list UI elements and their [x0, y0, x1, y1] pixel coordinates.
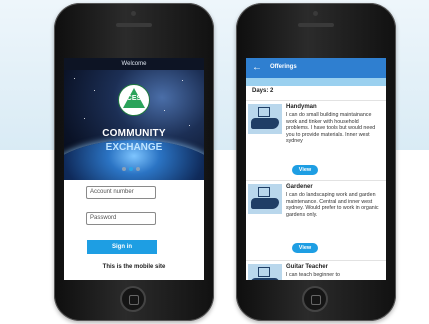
phone-speaker [116, 23, 152, 27]
phone-camera [313, 11, 318, 16]
phone-camera [131, 11, 136, 16]
star [74, 78, 75, 79]
carousel-dot[interactable] [136, 167, 140, 171]
offerings-header: ← Offerings [246, 58, 386, 78]
offer-description: I can do small building maintainance wor… [286, 112, 376, 145]
header-divider [246, 78, 386, 86]
days-label: Days: 2 [252, 88, 274, 94]
page-title: Offerings [270, 64, 297, 70]
brand-line-1: COMMUNITY [102, 128, 166, 139]
star [84, 118, 85, 119]
offer-description: I can teach beginner to [286, 272, 340, 278]
mobile-site-note: This is the mobile site [102, 264, 166, 270]
welcome-header: Welcome [64, 58, 204, 70]
ces-logo: CES [118, 84, 150, 116]
sign-in-button[interactable]: Sign in [87, 240, 157, 254]
phone-speaker [298, 23, 334, 27]
star [164, 110, 165, 111]
home-button[interactable] [302, 286, 328, 312]
gift-hand-icon [248, 104, 282, 134]
list-item[interactable]: Guitar Teacher I can teach beginner to [246, 260, 386, 280]
hand-shape [251, 118, 279, 129]
carousel-dot[interactable] [122, 167, 126, 171]
view-button[interactable]: View [292, 243, 318, 253]
offer-title: Guitar Teacher [286, 264, 328, 270]
gift-box [258, 107, 270, 117]
gift-box [258, 187, 270, 197]
phone-offerings: ← Offerings Days: 2 Handyman I can do sm… [236, 3, 396, 321]
back-arrow-icon[interactable]: ← [252, 61, 262, 75]
gift-box [258, 267, 270, 277]
carousel-dots[interactable] [122, 158, 143, 176]
brand-line-2: EXCHANGE [105, 142, 163, 153]
offer-description: I can do landscaping work and garden mai… [286, 192, 379, 218]
view-button[interactable]: View [292, 165, 318, 175]
star [182, 80, 183, 81]
hero-banner: CES COMMUNITY EXCHANGE [64, 70, 204, 180]
phone-login: Welcome CES COMMUNITY EXCHANGE Account n… [54, 3, 214, 321]
offer-title: Handyman [286, 104, 317, 110]
hand-shape [251, 198, 279, 209]
account-number-input[interactable]: Account number [86, 186, 156, 199]
carousel-dot-active[interactable] [129, 167, 133, 171]
star [94, 90, 95, 91]
list-item[interactable]: Handyman I can do small building maintai… [246, 100, 386, 179]
login-form: Account number Password Sign in This is … [64, 180, 204, 280]
password-input[interactable]: Password [86, 212, 156, 225]
home-button[interactable] [120, 286, 146, 312]
gift-hand-icon [248, 184, 282, 214]
star [189, 125, 190, 126]
list-item[interactable]: Gardener I can do landscaping work and g… [246, 180, 386, 259]
logo-text: CES [126, 95, 142, 102]
login-screen: Welcome CES COMMUNITY EXCHANGE Account n… [64, 58, 204, 280]
hand-shape [251, 278, 279, 280]
gift-hand-icon [248, 264, 282, 280]
offer-title: Gardener [286, 184, 313, 190]
offerings-screen: ← Offerings Days: 2 Handyman I can do sm… [246, 58, 386, 280]
